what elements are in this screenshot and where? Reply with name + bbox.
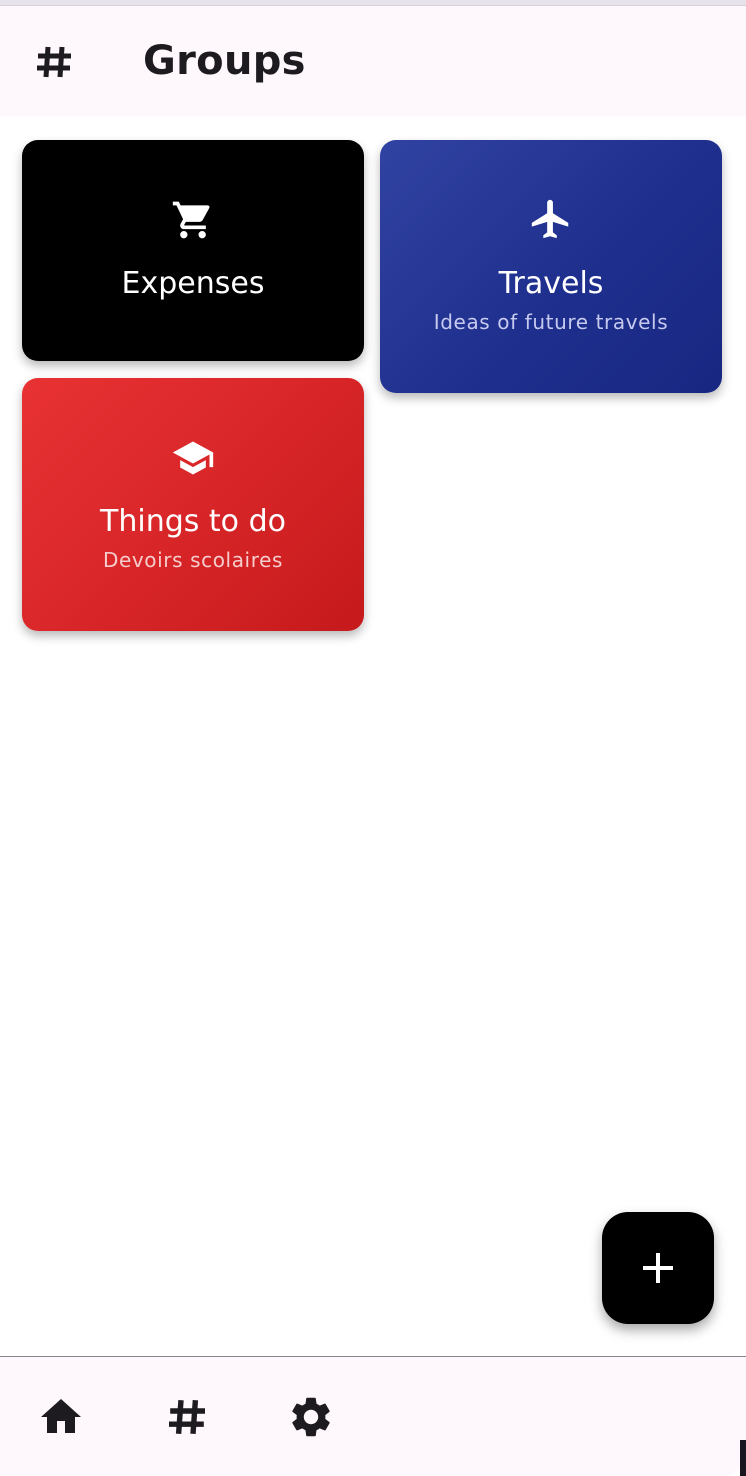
add-group-button[interactable]: [602, 1212, 714, 1324]
hashtag-icon: [169, 1400, 205, 1434]
bottom-navigation: [0, 1356, 746, 1476]
page-title: Groups: [143, 38, 306, 84]
app-bar: Groups: [0, 6, 746, 116]
plus-icon: [643, 1253, 673, 1283]
window-edge: [740, 1440, 746, 1476]
settings-gear-icon: [292, 1397, 330, 1437]
nav-home-button[interactable]: [37, 1393, 85, 1441]
group-card-things-to-do[interactable]: Things to do Devoirs scolaires: [22, 378, 364, 631]
nav-settings-button[interactable]: [287, 1393, 335, 1441]
group-title: Expenses: [121, 266, 265, 301]
group-title: Travels: [498, 266, 604, 301]
nav-groups-button[interactable]: [163, 1393, 211, 1441]
group-subtitle: Ideas of future travels: [433, 310, 669, 334]
group-card-travels[interactable]: Travels Ideas of future travels: [380, 140, 722, 393]
airplane-icon: [531, 199, 569, 239]
group-subtitle: Devoirs scolaires: [102, 548, 284, 572]
group-title: Things to do: [100, 504, 286, 539]
group-card-expenses[interactable]: Expenses: [22, 140, 364, 361]
hashtag-icon[interactable]: [34, 42, 74, 82]
graduation-cap-icon: [172, 441, 214, 475]
home-icon: [41, 1399, 81, 1433]
shopping-cart-icon: [172, 201, 210, 239]
